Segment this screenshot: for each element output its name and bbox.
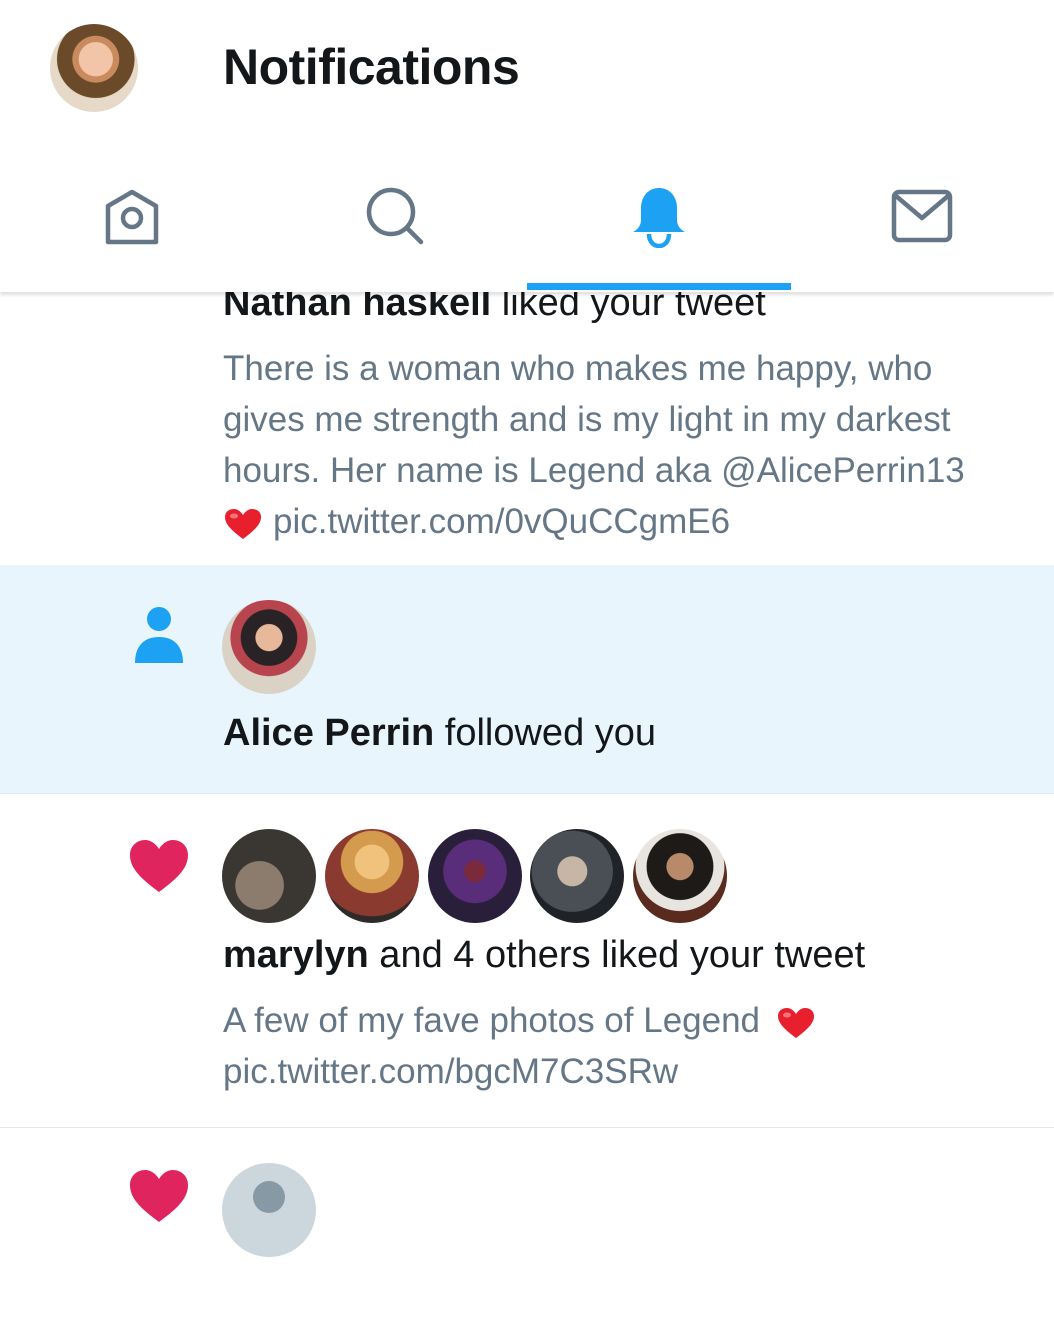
home-icon bbox=[105, 189, 158, 245]
profile-avatar[interactable] bbox=[50, 24, 138, 112]
heart-icon bbox=[130, 1170, 188, 1222]
search-icon bbox=[366, 187, 423, 245]
tweet-preview[interactable]: A few of my fave photos of Legend pic.tw… bbox=[223, 995, 826, 1097]
person-icon bbox=[135, 607, 183, 663]
active-tab-indicator bbox=[527, 283, 791, 290]
tweet-preview[interactable]: There is a woman who makes me happy, who… bbox=[223, 343, 965, 547]
default-avatar[interactable] bbox=[222, 1163, 316, 1257]
liker-avatar-1[interactable] bbox=[222, 829, 316, 923]
actor-name[interactable]: Alice Perrin bbox=[223, 712, 434, 754]
notification-text: Alice Perrin followed you bbox=[223, 712, 657, 754]
default-avatar-head-icon bbox=[253, 1181, 285, 1213]
notification-item-like[interactable] bbox=[0, 1128, 1054, 1328]
follower-avatar[interactable] bbox=[222, 600, 316, 694]
liker-avatar-3[interactable] bbox=[428, 829, 522, 923]
red-heart-emoji-icon bbox=[777, 1007, 814, 1038]
tab-home[interactable] bbox=[0, 140, 263, 292]
liker-avatar-4[interactable] bbox=[530, 829, 624, 923]
tab-search[interactable] bbox=[263, 140, 526, 292]
heart-icon bbox=[130, 840, 188, 892]
header-bar: Notifications bbox=[0, 0, 1054, 140]
mail-icon bbox=[891, 189, 952, 243]
tab-bar bbox=[0, 140, 1054, 292]
notification-item-like[interactable]: marylyn and 4 others liked your tweet A … bbox=[0, 794, 1054, 1128]
red-heart-emoji-icon bbox=[225, 508, 261, 539]
notification-item-like[interactable]: Nathan haskell liked your tweet There is… bbox=[0, 252, 1054, 566]
actor-name[interactable]: marylyn bbox=[223, 934, 369, 976]
page-title: Notifications bbox=[223, 39, 520, 95]
notification-item-follow[interactable]: Alice Perrin followed you bbox=[0, 565, 1054, 794]
notification-text: marylyn and 4 others liked your tweet bbox=[223, 934, 866, 976]
tab-messages[interactable] bbox=[790, 140, 1053, 292]
bell-icon bbox=[632, 188, 685, 248]
liker-avatar-5[interactable] bbox=[633, 829, 727, 923]
tab-notifications[interactable] bbox=[527, 140, 790, 292]
liker-avatar-2[interactable] bbox=[325, 829, 419, 923]
